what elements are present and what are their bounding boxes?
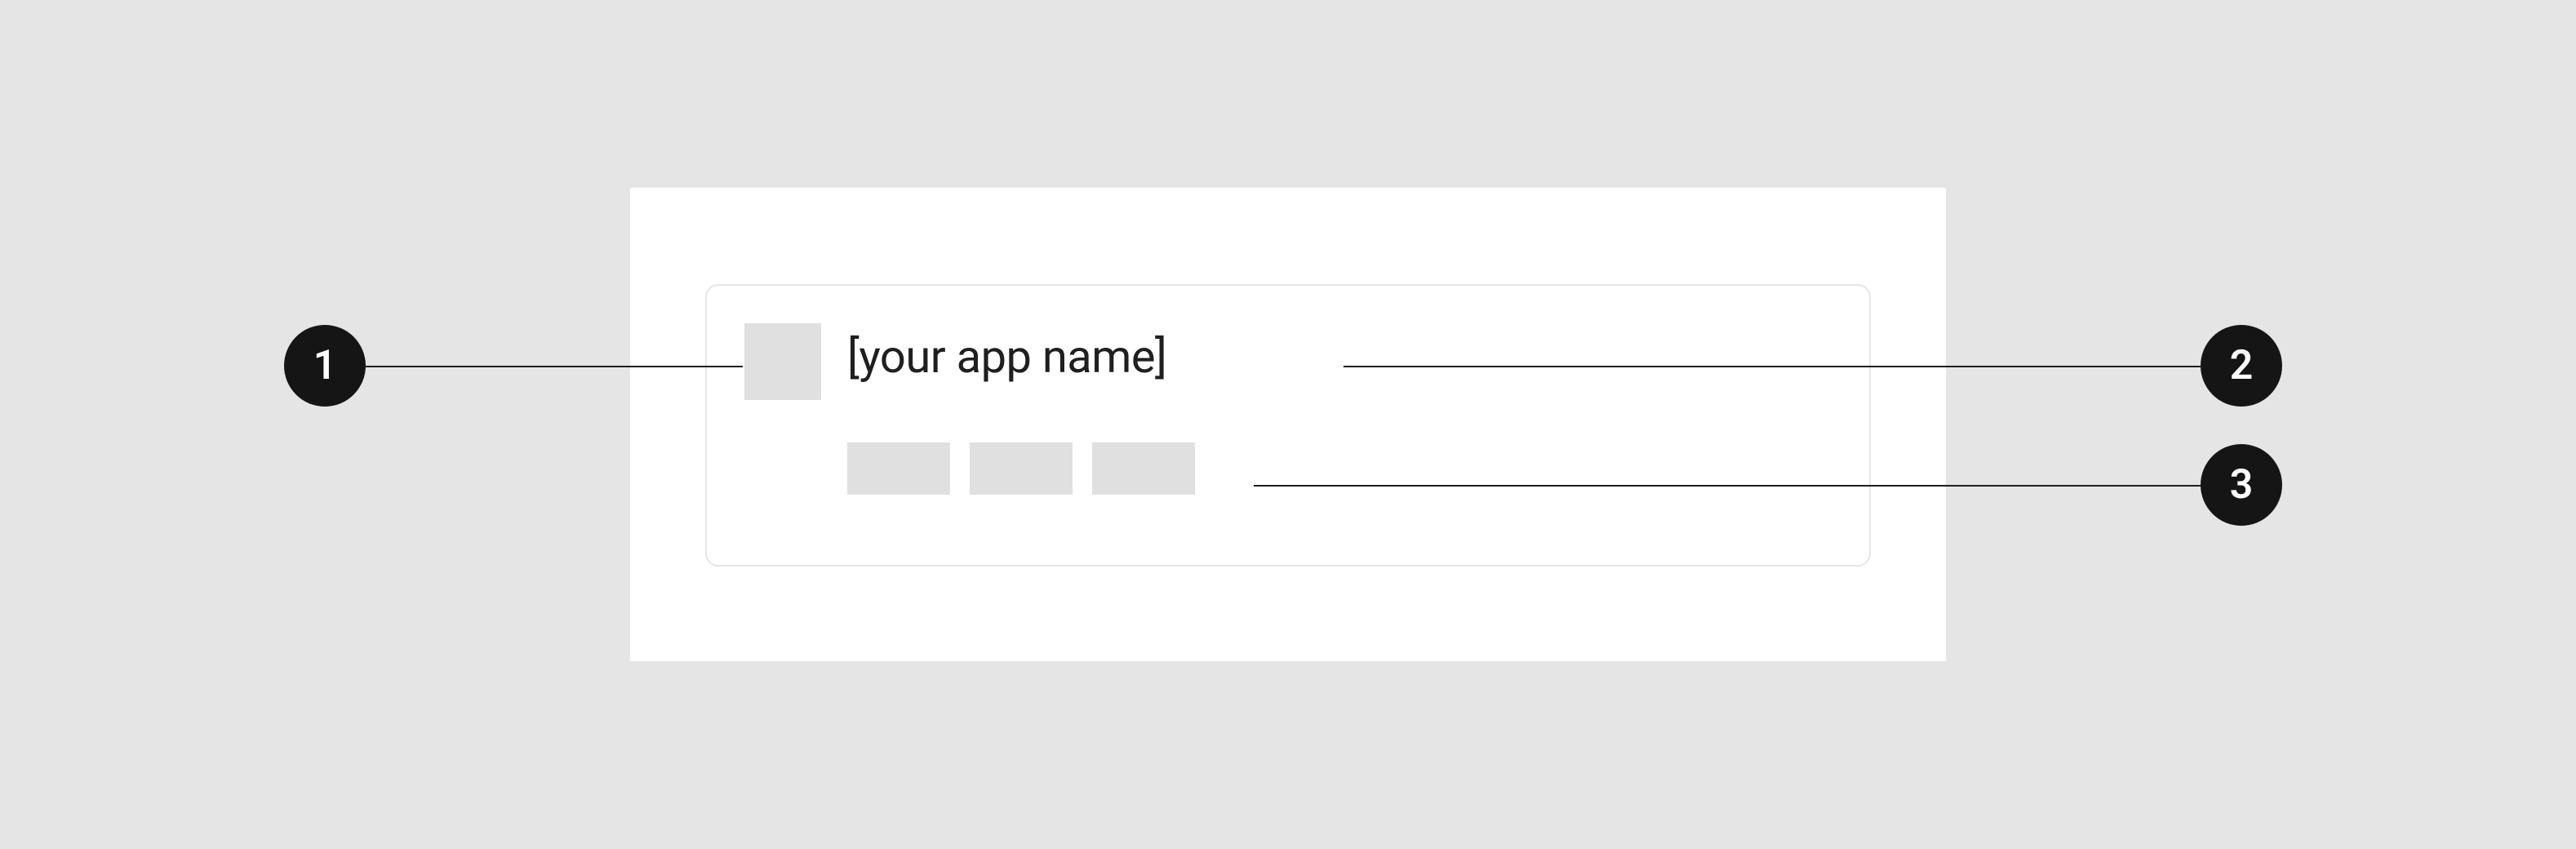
- callout-2: 2: [2201, 325, 2282, 407]
- badge-placeholder: [970, 442, 1073, 495]
- leader-line-1: [366, 366, 743, 367]
- badge-placeholder: [847, 442, 950, 495]
- badge-row: [847, 442, 1195, 495]
- panel-background: [your app name]: [630, 188, 1946, 661]
- leader-line-2: [1344, 366, 2201, 367]
- callout-number: 2: [2230, 342, 2254, 389]
- callout-3: 3: [2201, 444, 2282, 526]
- badge-placeholder: [1092, 442, 1195, 495]
- app-name-label: [your app name]: [847, 330, 1166, 384]
- callout-number: 3: [2230, 461, 2254, 509]
- callout-number: 1: [313, 342, 337, 389]
- callout-1: 1: [284, 325, 366, 407]
- leader-line-3: [1254, 485, 2201, 487]
- app-icon-placeholder: [744, 323, 821, 400]
- app-card: [your app name]: [705, 284, 1871, 567]
